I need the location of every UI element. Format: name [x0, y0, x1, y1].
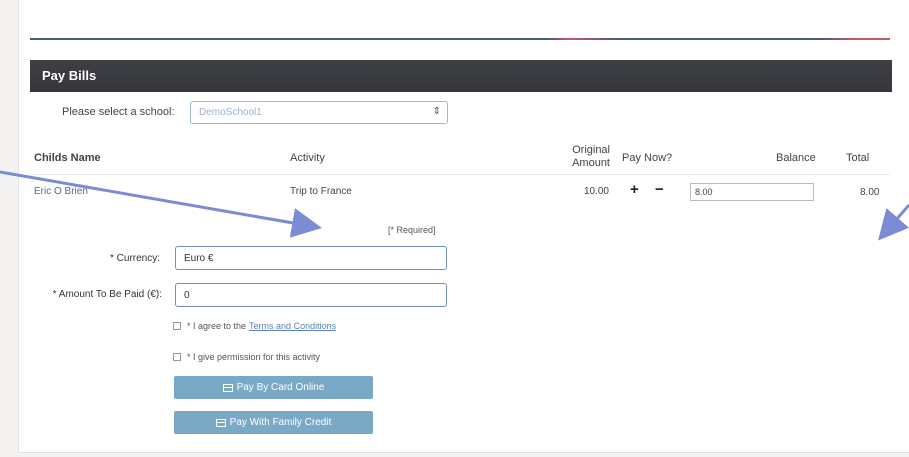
header-divider: [30, 174, 890, 175]
header-balance: Balance: [776, 152, 816, 164]
pay-by-card-button[interactable]: Pay By Card Online: [174, 376, 373, 399]
header-pay-now: Pay Now?: [622, 152, 673, 164]
amount-label: * Amount To Be Paid (€):: [52, 289, 162, 300]
row-activity: Trip to France: [290, 186, 352, 197]
caret-updown-icon: ⇕: [432, 106, 441, 117]
currency-field[interactable]: Euro €: [175, 246, 447, 270]
minus-button[interactable]: −: [655, 182, 664, 198]
terms-checkbox-row: * I agree to the Terms and Conditions: [173, 321, 336, 331]
credit-card-icon: [222, 383, 233, 392]
header-original-line1: Original: [572, 144, 610, 156]
header-original-amount: Original Amount: [564, 144, 610, 170]
amount-field[interactable]: 0: [175, 283, 447, 307]
credit-card-icon: [215, 418, 226, 427]
permission-checkbox[interactable]: [173, 353, 181, 361]
top-rule: [30, 38, 890, 40]
currency-label: * Currency:: [109, 253, 160, 264]
terms-agree-text: * I agree to the: [187, 321, 247, 331]
row-total: 8.00: [860, 187, 880, 198]
plus-button[interactable]: +: [630, 182, 639, 198]
required-note: [* Required]: [388, 225, 436, 235]
header-original-line2: Amount: [572, 157, 610, 169]
header-total: Total: [846, 152, 870, 164]
pay-with-credit-label: Pay With Family Credit: [229, 417, 332, 428]
header-childs-name: Childs Name: [34, 152, 101, 164]
panel-title: Pay Bills: [42, 68, 97, 83]
row-child-name: Eric O Brien: [34, 186, 88, 197]
permission-checkbox-row: * I give permission for this activity: [173, 352, 320, 362]
pay-with-credit-button[interactable]: Pay With Family Credit: [174, 411, 373, 434]
panel-header: Pay Bills: [30, 60, 892, 92]
balance-input[interactable]: 8.00: [690, 183, 814, 201]
school-select[interactable]: DemoSchool1 ⇕: [190, 101, 448, 124]
header-activity: Activity: [290, 152, 325, 164]
row-original-amount: 10.00: [583, 186, 609, 197]
school-select-label: Please select a school:: [62, 106, 175, 118]
terms-checkbox[interactable]: [173, 322, 181, 330]
pay-by-card-label: Pay By Card Online: [236, 382, 325, 393]
permission-text: * I give permission for this activity: [187, 352, 321, 362]
school-select-value: DemoSchool1: [199, 107, 262, 118]
terms-link[interactable]: Terms and Conditions: [249, 321, 336, 331]
